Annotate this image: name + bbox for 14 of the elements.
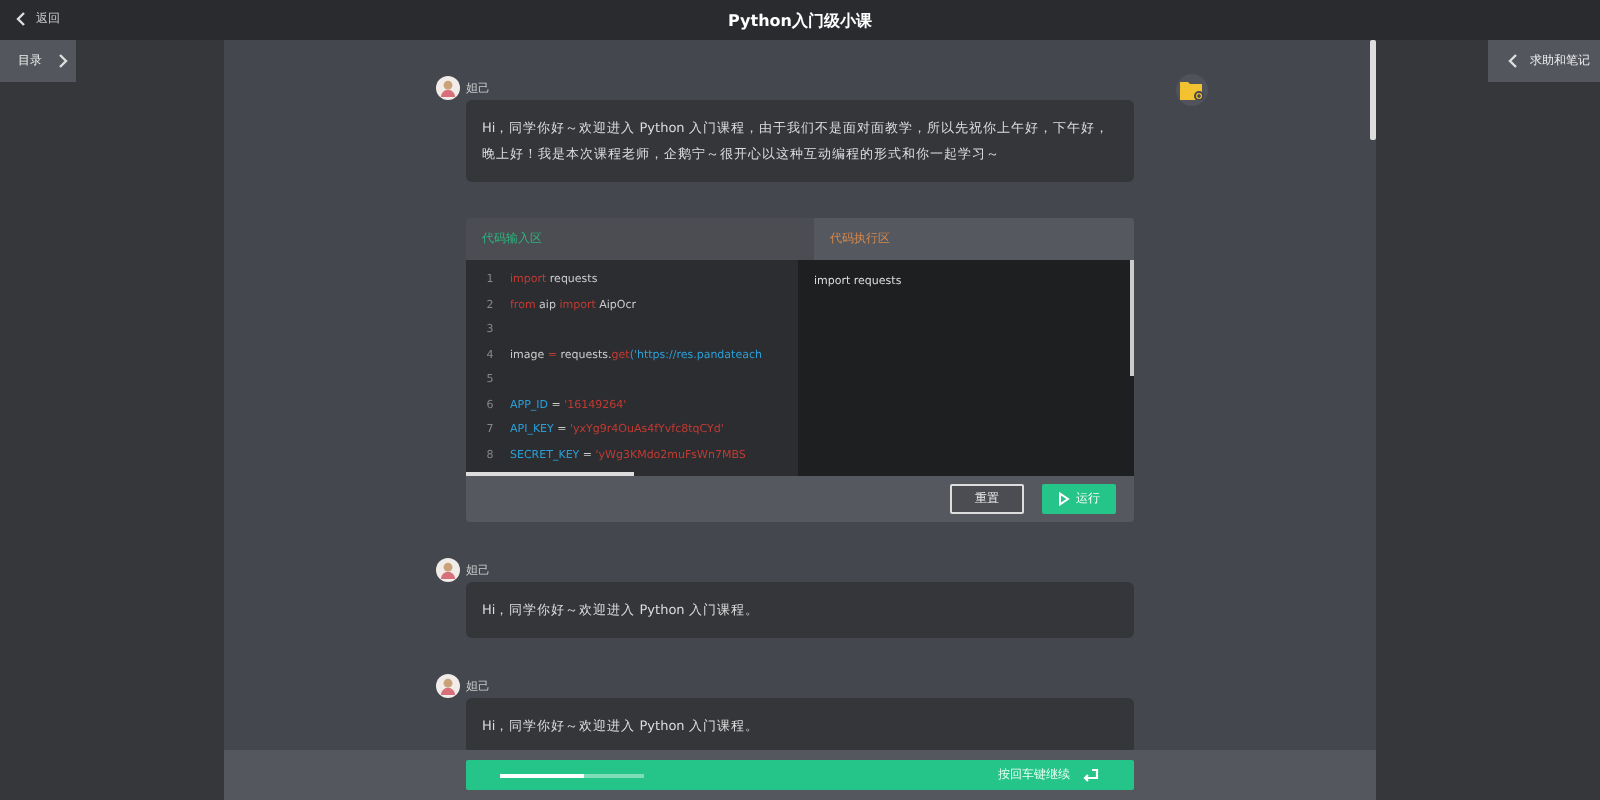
avatar-icon: [436, 558, 460, 582]
scrollbar[interactable]: [1370, 40, 1376, 140]
page-title: Python入门级小课: [728, 9, 872, 31]
chevron-left-icon: [1508, 54, 1518, 68]
scrollbar[interactable]: [466, 472, 634, 476]
play-icon: [1058, 492, 1070, 506]
scrollbar[interactable]: [1130, 260, 1134, 376]
return-icon: [1082, 767, 1100, 783]
chevron-left-icon: [16, 12, 26, 26]
avatar-icon: [436, 674, 460, 698]
chevron-right-icon: [58, 54, 68, 68]
avatar-icon: [436, 76, 460, 100]
folder-add-icon: [1180, 80, 1204, 100]
folder-add-button[interactable]: [1176, 74, 1208, 106]
